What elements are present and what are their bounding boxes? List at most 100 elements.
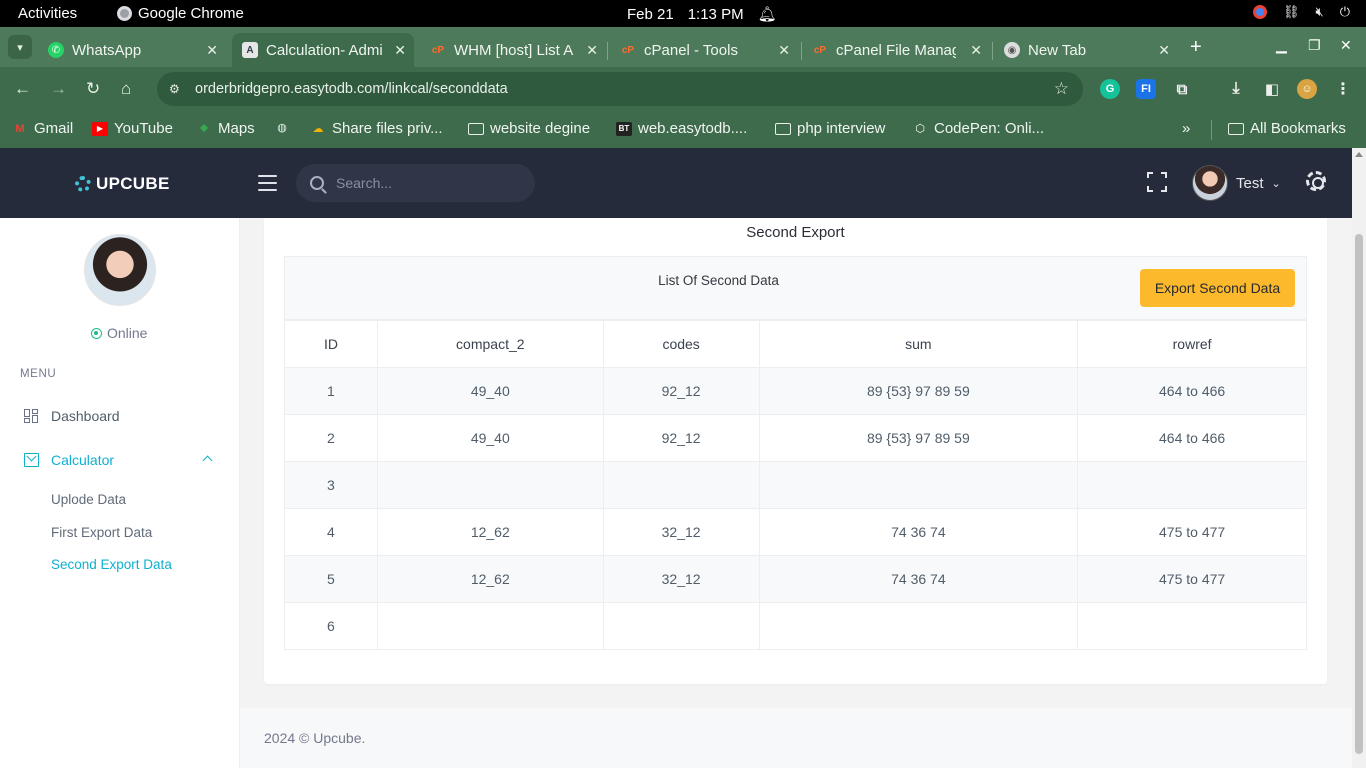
list-title: List Of Second Data	[658, 273, 779, 288]
reload-button[interactable]: ↻	[86, 79, 100, 99]
close-icon[interactable]: ✕	[206, 42, 218, 59]
site-info-icon[interactable]: ⚙	[169, 82, 185, 96]
bell-icon: 🔔︎	[757, 6, 777, 23]
sidebar-subitem-uplode-data[interactable]: Uplode Data	[51, 492, 126, 507]
forward-button[interactable]: →	[50, 79, 67, 99]
close-icon[interactable]: ✕	[778, 42, 790, 59]
sidebar-item-calculator[interactable]: Calculator	[24, 452, 114, 468]
profile-avatar[interactable]: ☺	[1297, 79, 1317, 99]
address-bar[interactable]: ⚙ orderbridgepro.easytodb.com/linkcal/se…	[157, 72, 1083, 106]
home-button[interactable]: ⌂	[121, 79, 131, 99]
footer-text: 2024 © Upcube.	[264, 730, 366, 746]
bookmark-web-easytodb[interactable]: BT web.easytodb....	[616, 120, 747, 137]
volume-icon: 🔇︎	[1315, 4, 1324, 19]
hamburger-menu-icon[interactable]	[258, 175, 277, 191]
export-second-data-button[interactable]: Export Second Data	[1140, 269, 1295, 307]
activities-button[interactable]: Activities	[18, 5, 77, 22]
browser-toolbar: ← → ↻ ⌂ ⚙ orderbridgepro.easytodb.com/li…	[0, 67, 1366, 112]
folder-icon	[775, 122, 791, 135]
side-panel-icon[interactable]: ◧	[1262, 79, 1282, 99]
page-scrollbar[interactable]	[1352, 148, 1366, 768]
sidebar-subitem-second-export-data[interactable]: Second Export Data	[51, 557, 172, 572]
data-table: ID compact_2 codes sum rowref 1 49_40 92…	[284, 320, 1307, 650]
table-cell	[1077, 602, 1307, 650]
grammarly-icon[interactable]: G	[1100, 79, 1120, 99]
table-header-row: ID compact_2 codes sum rowref	[284, 320, 1307, 368]
close-icon[interactable]: ✕	[970, 42, 982, 59]
bookmark-youtube[interactable]: ▶ YouTube	[92, 120, 173, 137]
gear-icon[interactable]	[1306, 171, 1326, 191]
download-icon[interactable]: ⤓	[1226, 79, 1246, 99]
all-bookmarks-button[interactable]: All Bookmarks	[1228, 120, 1346, 137]
codepen-icon: ⬡	[915, 123, 925, 135]
window-close-button[interactable]: ✕	[1340, 37, 1352, 54]
bookmark-php-interview[interactable]: php interview	[775, 120, 885, 137]
app-menu[interactable]: Google Chrome	[117, 5, 244, 22]
maximize-button[interactable]: ❐	[1308, 37, 1321, 54]
kebab-menu-icon[interactable]: ⋮	[1333, 79, 1353, 99]
bookmarks-overflow-button[interactable]: »	[1182, 120, 1190, 137]
bt-icon: BT	[616, 121, 632, 136]
tab-new-tab[interactable]: ◉ New Tab ✕	[994, 33, 1178, 67]
bookmark-star-icon[interactable]: ☆	[1054, 79, 1069, 99]
bookmark-gmail[interactable]: M Gmail	[12, 120, 73, 137]
clock[interactable]: Feb 21 1:13 PM 🔔︎	[627, 5, 777, 24]
scrollbar-thumb[interactable]	[1355, 234, 1363, 754]
url-text[interactable]: orderbridgepro.easytodb.com/linkcal/seco…	[195, 81, 508, 97]
bookmark-website-degine[interactable]: website degine	[468, 120, 590, 137]
table-cell: 464 to 466	[1077, 414, 1307, 462]
table-cell	[1077, 461, 1307, 509]
close-icon[interactable]: ✕	[1158, 42, 1170, 59]
table-cell	[758, 602, 1079, 650]
bookmark-share-files[interactable]: ☁ Share files priv...	[310, 120, 443, 137]
chevron-up-icon[interactable]	[202, 455, 213, 466]
tab-calculation-admin[interactable]: A Calculation- Admi ✕	[232, 33, 414, 67]
tab-cpanel-file-manager[interactable]: cP cPanel File Manag ✕	[802, 33, 990, 67]
user-dropdown[interactable]: Test ⌄	[1192, 165, 1281, 201]
close-icon[interactable]: ✕	[394, 42, 406, 59]
bookmark-label: php interview	[797, 120, 886, 137]
table-row: 4 12_62 32_12 74 36 74 475 to 477	[284, 508, 1307, 556]
fullscreen-icon[interactable]	[1147, 172, 1167, 192]
back-button[interactable]: ←	[14, 79, 31, 99]
chevron-down-icon: ▾	[17, 41, 23, 54]
minimize-button[interactable]: ▁	[1276, 37, 1287, 54]
new-tab-button[interactable]: +	[1190, 36, 1202, 59]
search-input[interactable]	[336, 175, 516, 191]
globe-icon: ◍	[277, 121, 287, 134]
brand-logo[interactable]: UPCUBE	[75, 174, 170, 194]
sidebar-item-dashboard[interactable]: Dashboard	[24, 408, 120, 424]
table-cell: 464 to 466	[1077, 367, 1307, 415]
close-icon[interactable]: ✕	[586, 42, 598, 59]
extensions-puzzle-icon[interactable]: ⧉	[1172, 79, 1192, 99]
table-row: 6	[284, 602, 1307, 650]
bookmark-maps[interactable]: ⬥ Maps	[196, 120, 255, 137]
table-cell: 12_62	[376, 508, 604, 556]
extension-fi-icon[interactable]: FI	[1136, 79, 1156, 99]
profile-avatar	[84, 234, 156, 306]
table-cell: 6	[284, 602, 378, 650]
tab-whatsapp[interactable]: ✆ WhatsApp ✕	[38, 33, 226, 67]
folder-icon	[468, 122, 484, 135]
bookmark-label: Share files priv...	[332, 120, 443, 137]
bookmark-codepen[interactable]: ⬡ CodePen: Onli...	[912, 120, 1044, 137]
power-icon: ⏻	[1339, 4, 1350, 19]
column-header: rowref	[1077, 320, 1307, 368]
chrome-icon[interactable]	[1252, 5, 1267, 19]
scroll-up-arrow-icon[interactable]	[1355, 152, 1363, 157]
sidebar-subitem-first-export-data[interactable]: First Export Data	[51, 525, 152, 540]
os-top-bar: Activities Google Chrome Feb 21 1:13 PM …	[0, 0, 1366, 27]
tab-divider	[992, 42, 993, 60]
main-content: Second Export List Of Second Data Export…	[240, 218, 1352, 768]
tab-cpanel-tools[interactable]: cP cPanel - Tools ✕	[610, 33, 798, 67]
brand-name: UPCUBE	[96, 174, 170, 193]
tab-search-button[interactable]: ▾	[8, 35, 32, 59]
table-row: 3	[284, 461, 1307, 509]
bookmark-globe[interactable]: ◍	[274, 120, 290, 134]
tab-divider	[607, 42, 608, 60]
tab-label: New Tab	[1028, 41, 1087, 59]
table-cell: 49_40	[376, 414, 604, 462]
tab-whm[interactable]: cP WHM [host] List A ✕	[420, 33, 606, 67]
bookmark-label: website degine	[490, 120, 591, 137]
system-tray[interactable]: ⛓ 🔇︎ ⏻	[1252, 4, 1350, 20]
